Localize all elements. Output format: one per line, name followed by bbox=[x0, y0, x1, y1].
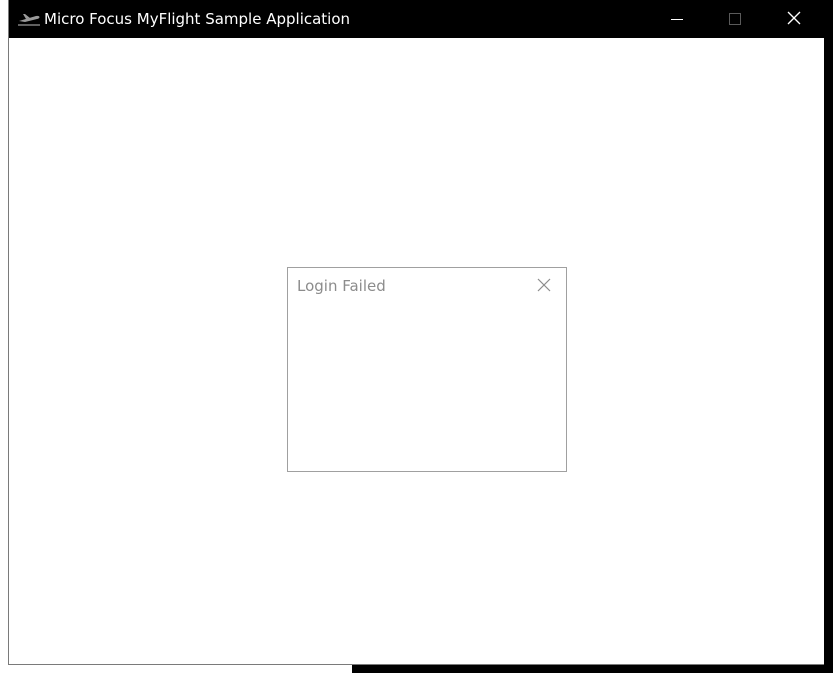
airplane-icon bbox=[17, 10, 41, 28]
dialog-title: Login Failed bbox=[297, 277, 386, 295]
login-failed-dialog: Login Failed bbox=[287, 267, 567, 472]
close-icon bbox=[537, 277, 551, 296]
close-window-button[interactable] bbox=[771, 0, 817, 38]
title-bar[interactable]: Micro Focus MyFlight Sample Application bbox=[9, 0, 824, 38]
dialog-close-button[interactable] bbox=[536, 278, 552, 294]
close-icon bbox=[787, 10, 801, 29]
app-window: Micro Focus MyFlight Sample Application … bbox=[8, 0, 824, 665]
minimize-button[interactable] bbox=[654, 0, 700, 38]
maximize-icon bbox=[729, 10, 741, 29]
window-client-area: Login Failed bbox=[9, 38, 824, 664]
maximize-button[interactable] bbox=[712, 0, 758, 38]
window-title: Micro Focus MyFlight Sample Application bbox=[44, 10, 351, 28]
minimize-icon bbox=[671, 10, 683, 29]
